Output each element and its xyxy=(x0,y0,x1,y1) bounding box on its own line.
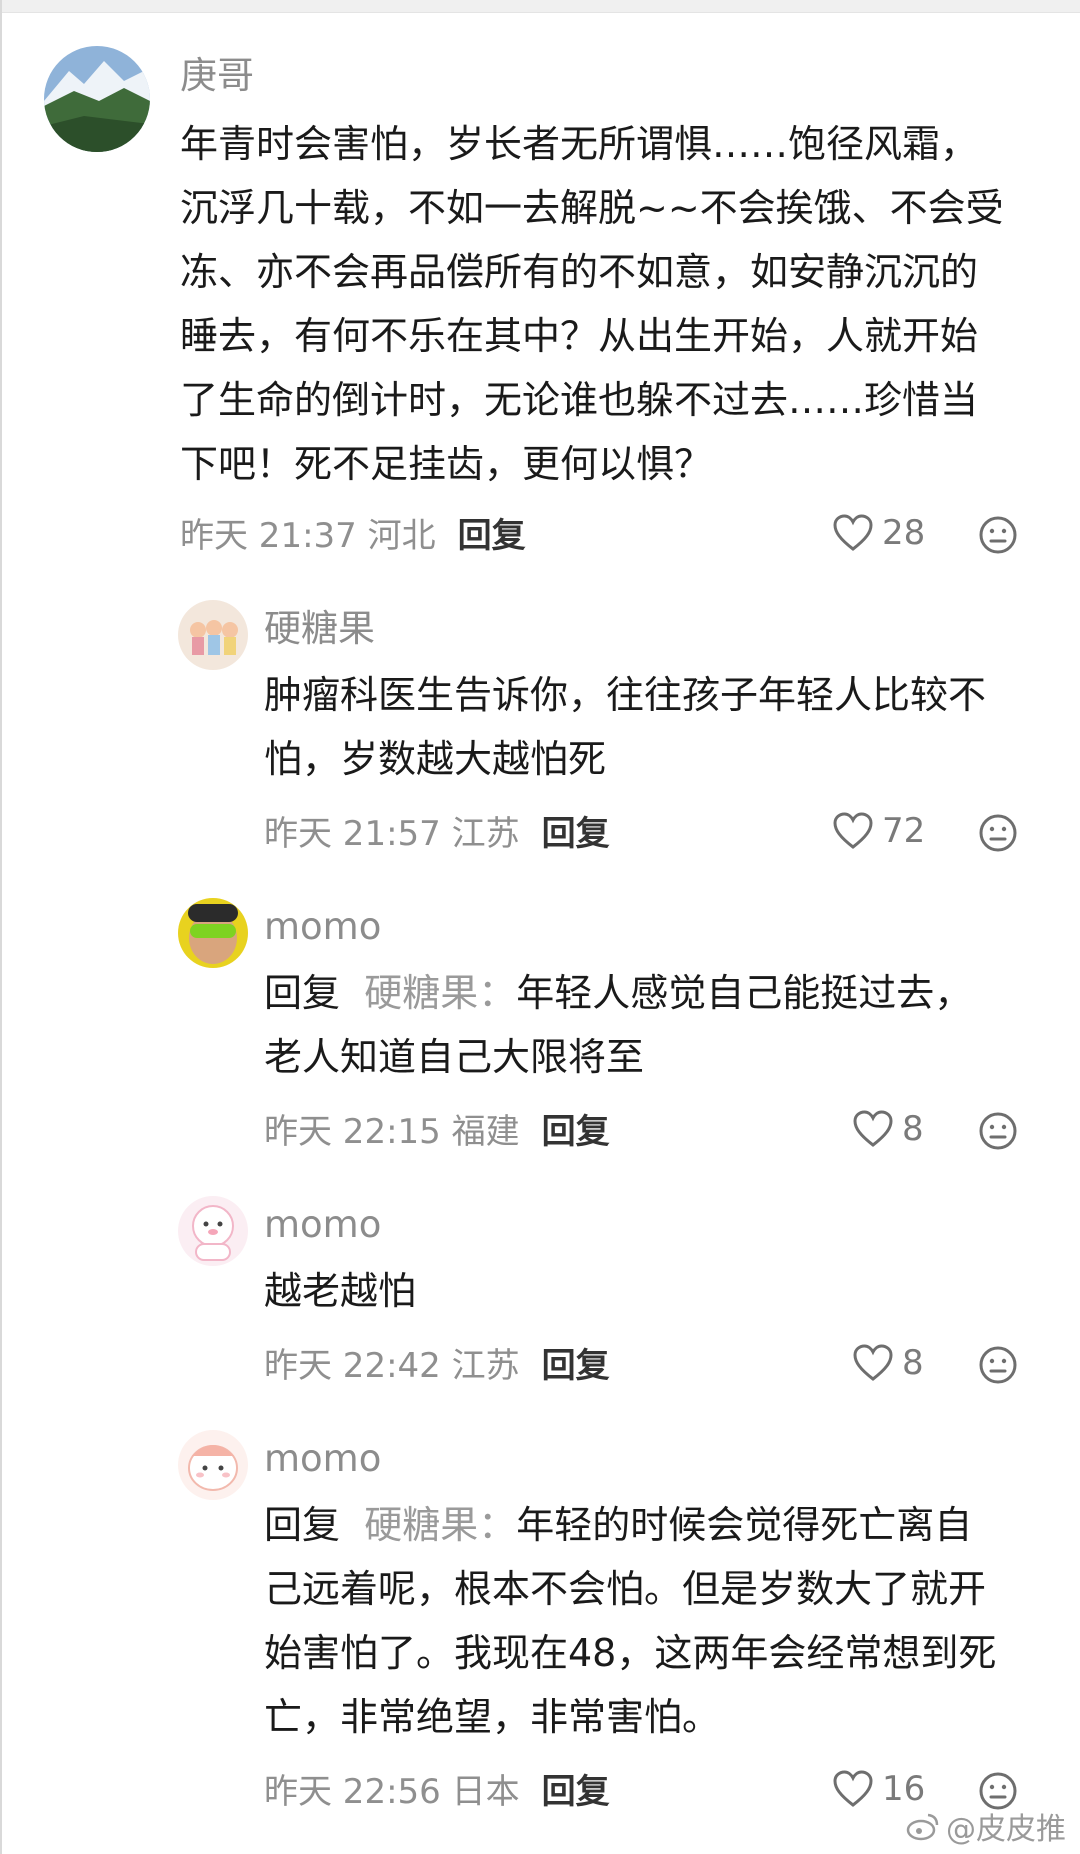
comment-text: 回复 硬糖果：年轻人感觉自己能挺过去， 老人知道自己大限将至 xyxy=(264,961,972,1089)
comment-meta: 昨天 21:57 江苏 回复 xyxy=(264,812,610,856)
comment-line: 睡去，有何不乐在其中？从出生开始，人就开始 xyxy=(180,314,979,358)
watermark-text: @皮皮推 xyxy=(946,1812,1066,1847)
weibo-logo-icon xyxy=(906,1813,939,1841)
comment-line: 己远着呢，根本不会怕。但是岁数大了就开 xyxy=(264,1567,987,1611)
author-name[interactable]: momo xyxy=(264,905,381,949)
timestamp-location: 昨天 22:15 福建 xyxy=(264,1112,520,1152)
comment-line: 年青时会害怕，岁长者无所谓惧……饱径风霜， xyxy=(180,122,979,166)
timestamp-location: 昨天 21:57 江苏 xyxy=(264,814,520,854)
emoji-reaction-icon[interactable] xyxy=(978,1111,1018,1155)
comment-line: 亡，非常绝望，非常害怕。 xyxy=(264,1695,721,1739)
comment-meta: 昨天 21:37 河北 回复 xyxy=(180,514,526,558)
comment-line: 沉浮几十载，不如一去解脱~~不会挨饿、不会受 xyxy=(180,186,1004,230)
comment-line: 肿瘤科医生告诉你，往往孩子年轻人比较不 xyxy=(264,673,987,717)
comment-line: 下吧！死不足挂齿，更何以惧？ xyxy=(180,442,713,486)
comment-line: 老人知道自己大限将至 xyxy=(264,1035,645,1079)
top-border xyxy=(0,0,1080,13)
reply-target-name[interactable]: 硬糖果： xyxy=(364,1503,516,1547)
comment-line-text: 年轻人感觉自己能挺过去， xyxy=(516,971,973,1015)
comment-text: 年青时会害怕，岁长者无所谓惧……饱径风霜， 沉浮几十载，不如一去解脱~~不会挨饿… xyxy=(180,112,1004,496)
like-button[interactable]: 72 xyxy=(832,811,925,851)
timestamp-location: 昨天 22:56 日本 xyxy=(264,1772,520,1812)
emoji-reaction-icon[interactable] xyxy=(978,813,1018,857)
heart-icon xyxy=(853,1344,893,1381)
avatar[interactable] xyxy=(178,898,248,968)
watermark: @皮皮推 xyxy=(906,1804,1066,1848)
comment-line: 怕，岁数越大越怕死 xyxy=(264,737,607,781)
comment-text: 回复 硬糖果：年轻的时候会觉得死亡离自 己远着呢，根本不会怕。但是岁数大了就开 … xyxy=(264,1493,996,1749)
comment-line: 冻、亦不会再品偿所有的不如意，如安静沉沉的 xyxy=(180,250,979,294)
reply-prefix: 回复 xyxy=(264,1503,341,1547)
like-count: 8 xyxy=(902,1109,924,1149)
reply-button[interactable]: 回复 xyxy=(458,516,526,556)
comment-line: 回复 硬糖果：年轻人感觉自己能挺过去， xyxy=(264,961,972,1025)
like-count: 16 xyxy=(882,1769,926,1809)
heart-icon xyxy=(853,1110,893,1147)
heart-icon xyxy=(833,1770,873,1807)
avatar[interactable] xyxy=(178,1196,248,1266)
avatar[interactable] xyxy=(44,46,150,152)
reply-button[interactable]: 回复 xyxy=(542,1112,610,1152)
emoji-reaction-icon[interactable] xyxy=(978,515,1018,559)
reply-button[interactable]: 回复 xyxy=(542,814,610,854)
comment-line: 了生命的倒计时，无论谁也躲不过去……珍惜当 xyxy=(180,378,979,422)
comment-line: 始害怕了。我现在48，这两年会经常想到死 xyxy=(264,1631,997,1675)
comment-meta: 昨天 22:56 日本 回复 xyxy=(264,1770,610,1814)
comment-line: 回复 硬糖果：年轻的时候会觉得死亡离自 xyxy=(264,1493,996,1557)
author-name[interactable]: 庚哥 xyxy=(180,54,254,98)
left-border xyxy=(0,0,2,1854)
like-count: 72 xyxy=(882,811,926,851)
avatar[interactable] xyxy=(178,600,248,670)
like-button[interactable]: 8 xyxy=(852,1343,924,1383)
reply-target-name[interactable]: 硬糖果： xyxy=(364,971,516,1015)
reply-prefix: 回复 xyxy=(264,971,341,1015)
heart-icon xyxy=(833,514,873,551)
comment-line: 越老越怕 xyxy=(264,1269,417,1313)
like-button[interactable]: 16 xyxy=(832,1769,925,1809)
comment-meta: 昨天 22:42 江苏 回复 xyxy=(264,1344,610,1388)
comment-text: 肿瘤科医生告诉你，往往孩子年轻人比较不 怕，岁数越大越怕死 xyxy=(264,663,986,791)
author-name[interactable]: momo xyxy=(264,1437,381,1481)
avatar[interactable] xyxy=(178,1430,248,1500)
comment-meta: 昨天 22:15 福建 回复 xyxy=(264,1110,610,1154)
reply-button[interactable]: 回复 xyxy=(542,1772,610,1812)
reply-button[interactable]: 回复 xyxy=(542,1346,610,1386)
heart-icon xyxy=(833,812,873,849)
timestamp-location: 昨天 21:37 河北 xyxy=(180,516,436,556)
comment-line-text: 年轻的时候会觉得死亡离自 xyxy=(516,1503,973,1547)
timestamp-location: 昨天 22:42 江苏 xyxy=(264,1346,520,1386)
like-button[interactable]: 28 xyxy=(832,513,925,553)
emoji-reaction-icon[interactable] xyxy=(978,1345,1018,1389)
like-count: 8 xyxy=(902,1343,924,1383)
author-name[interactable]: momo xyxy=(264,1203,381,1247)
like-count: 28 xyxy=(882,513,926,553)
comment-text: 越老越怕 xyxy=(264,1259,416,1323)
like-button[interactable]: 8 xyxy=(852,1109,924,1149)
author-name[interactable]: 硬糖果 xyxy=(264,607,375,651)
